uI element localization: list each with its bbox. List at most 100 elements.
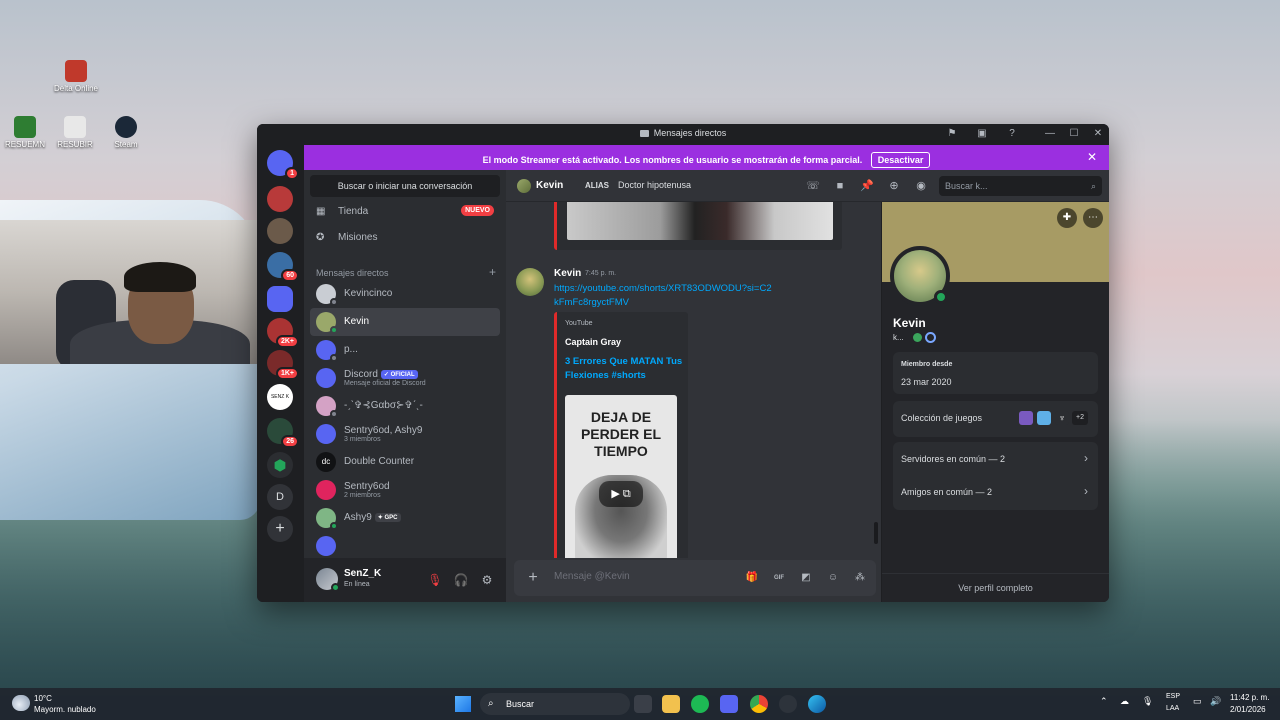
- server-d-icon[interactable]: D: [267, 484, 293, 510]
- weather-cloud-icon[interactable]: [12, 695, 30, 711]
- chevron-right-icon[interactable]: ›: [1084, 451, 1088, 465]
- delta-online-icon: [65, 60, 87, 82]
- apps-icon[interactable]: ⁂: [852, 570, 868, 586]
- badge-icon[interactable]: [913, 333, 922, 342]
- embed-image[interactable]: [567, 202, 833, 240]
- scrollbar[interactable]: [874, 522, 878, 544]
- emoji-icon[interactable]: ☺: [825, 570, 841, 586]
- server-icon[interactable]: 1K+: [267, 350, 299, 380]
- edge-icon[interactable]: [808, 695, 826, 713]
- dm-item-partial[interactable]: [310, 532, 500, 558]
- game-icon[interactable]: [1019, 411, 1033, 425]
- sidebar-item-tienda[interactable]: ▦ Tienda NUEVO: [310, 200, 500, 224]
- user-profile-icon[interactable]: ◉: [914, 179, 928, 193]
- server-senz-k-icon[interactable]: SENZ K: [267, 384, 293, 410]
- windows-start-icon[interactable]: [455, 696, 471, 712]
- settings-gear-icon[interactable]: ⚙: [478, 571, 496, 589]
- dm-item-sentry6od[interactable]: Sentry6od 2 miembros: [310, 476, 500, 504]
- server-folder-icon[interactable]: [267, 286, 293, 312]
- dm-item-kevincinco[interactable]: Kevincinco: [310, 280, 500, 308]
- video-thumbnail[interactable]: DEJA DE PERDER EL TIEMPO ▶ ⧉: [565, 395, 677, 558]
- dm-item-kevin[interactable]: Kevin: [310, 308, 500, 336]
- dm-item-ashy9[interactable]: Ashy9 ✦ GPC: [310, 504, 500, 532]
- add-friend-icon[interactable]: ✚: [1057, 208, 1077, 228]
- steam-icon: [115, 116, 137, 138]
- server-icon[interactable]: 60: [267, 252, 299, 282]
- server-icon[interactable]: [267, 186, 293, 212]
- video-call-icon[interactable]: ■: [833, 179, 847, 193]
- pinned-messages-icon[interactable]: 📌: [860, 179, 874, 193]
- screen-share-icon[interactable]: ▣: [975, 127, 989, 141]
- group-avatar: [316, 480, 336, 500]
- notification-badge: 1: [285, 167, 299, 180]
- nitro-badge-icon[interactable]: [925, 332, 936, 343]
- chevron-up-icon[interactable]: ⌃: [1100, 696, 1108, 707]
- mute-microphone-icon[interactable]: 🎙: [426, 571, 444, 589]
- deactivate-streamer-button[interactable]: Desactivar: [870, 152, 931, 168]
- chrome-icon[interactable]: [750, 695, 768, 713]
- voice-call-icon[interactable]: ☏: [806, 179, 820, 193]
- network-icon[interactable]: ▭: [1193, 696, 1202, 707]
- find-conversation-button[interactable]: Buscar o iniciar una conversación: [310, 175, 500, 197]
- task-view-icon[interactable]: [634, 695, 652, 713]
- thumbnail-text: DEJA DE PERDER EL TIEMPO: [580, 409, 662, 459]
- microphone-icon[interactable]: 🎙: [1142, 696, 1153, 707]
- taskbar-search[interactable]: ⌕ Buscar: [480, 693, 630, 715]
- chevron-right-icon[interactable]: ›: [1084, 484, 1088, 498]
- add-friends-to-dm-icon[interactable]: ⊕: [887, 179, 901, 193]
- help-icon[interactable]: ?: [1005, 127, 1019, 141]
- file-explorer-icon[interactable]: [662, 695, 680, 713]
- embed-title-link[interactable]: 3 Errores Que MATAN Tus Flexiones #short…: [565, 355, 683, 383]
- desktop-icon-steam[interactable]: Steam: [96, 116, 156, 149]
- sticker-icon[interactable]: ◩: [798, 570, 814, 586]
- view-full-profile-button[interactable]: Ver perfil completo: [882, 573, 1109, 602]
- game-icon[interactable]: ♆: [1055, 411, 1069, 425]
- deafen-headphones-icon[interactable]: 🎧: [452, 571, 470, 589]
- status-indicator: [330, 354, 338, 362]
- flag-icon[interactable]: ⚑: [945, 127, 959, 141]
- server-icon[interactable]: 26: [267, 418, 299, 448]
- sidebar-item-misiones[interactable]: ✪ Misiones: [310, 226, 500, 250]
- add-server-icon[interactable]: +: [267, 516, 293, 542]
- game-icon[interactable]: [1037, 411, 1051, 425]
- create-dm-icon[interactable]: +: [489, 265, 496, 279]
- discord-taskbar-icon[interactable]: [720, 695, 738, 713]
- tray-app-icon[interactable]: ☁: [1120, 696, 1129, 707]
- notification-badge: 60: [281, 269, 299, 282]
- volume-icon[interactable]: 🔊: [1210, 696, 1221, 707]
- server-icon[interactable]: 2K+: [267, 318, 299, 348]
- message-composer: + Mensaje @Kevin 🎁 GIF ◩ ☺ ⁂: [514, 560, 876, 596]
- dm-item-group-sentry-ashy[interactable]: Sentry6od, Ashy9 3 miembros: [310, 420, 500, 448]
- search-input[interactable]: Buscar k... ⌕: [939, 176, 1102, 196]
- maximize-button[interactable]: ☐: [1067, 127, 1081, 141]
- attach-plus-icon[interactable]: +: [524, 569, 542, 587]
- spotify-icon[interactable]: [691, 695, 709, 713]
- close-banner-icon[interactable]: ✕: [1087, 150, 1097, 164]
- dm-item-double-counter[interactable]: dc Double Counter: [310, 448, 500, 476]
- gift-icon[interactable]: 🎁: [744, 570, 760, 586]
- gif-button[interactable]: GIF: [771, 570, 787, 586]
- minimize-button[interactable]: —: [1043, 127, 1057, 141]
- dm-item-p[interactable]: p...: [310, 336, 500, 364]
- server-icon[interactable]: [267, 218, 293, 244]
- mutual-servers-link[interactable]: Servidores en común — 2: [901, 454, 1005, 464]
- game-collection-card[interactable]: Colección de juegos ♆ +2: [893, 401, 1098, 437]
- mutual-card: Servidores en común — 2 › Amigos en comú…: [893, 442, 1098, 510]
- dm-item-discord[interactable]: Discord ✓ OFICIAL Mensaje oficial de Disc…: [310, 364, 500, 392]
- direct-messages-home-icon[interactable]: 1: [267, 150, 299, 180]
- app-icon[interactable]: [779, 695, 797, 713]
- store-icon: ▦: [316, 206, 326, 217]
- server-green-logo-icon[interactable]: ⬢: [267, 452, 293, 478]
- more-options-icon[interactable]: ⋯: [1083, 208, 1103, 228]
- play-icon[interactable]: ▶ ⧉: [599, 481, 643, 507]
- avatar[interactable]: [516, 268, 544, 296]
- message-link[interactable]: https://youtube.com/shorts/XRT83ODWODU?s…: [554, 282, 774, 310]
- message-input[interactable]: Mensaje @Kevin: [554, 571, 630, 582]
- member-since-card: Miembro desde 23 mar 2020: [893, 352, 1098, 394]
- user-profile-panel: ✚ ⋯ Kevin k... Miembro desde 23 mar 2020…: [882, 202, 1109, 602]
- mutual-friends-link[interactable]: Amigos en común — 2: [901, 487, 992, 497]
- dm-item-gabo[interactable]: -ˏˋ✞⊰Gαbσ⊱✞ˊˎ-: [310, 392, 500, 420]
- close-button[interactable]: ✕: [1091, 127, 1105, 141]
- desktop-icon-delta-online[interactable]: Delta Online: [46, 60, 106, 93]
- dm-name: Discord ✓ OFICIAL: [344, 369, 418, 380]
